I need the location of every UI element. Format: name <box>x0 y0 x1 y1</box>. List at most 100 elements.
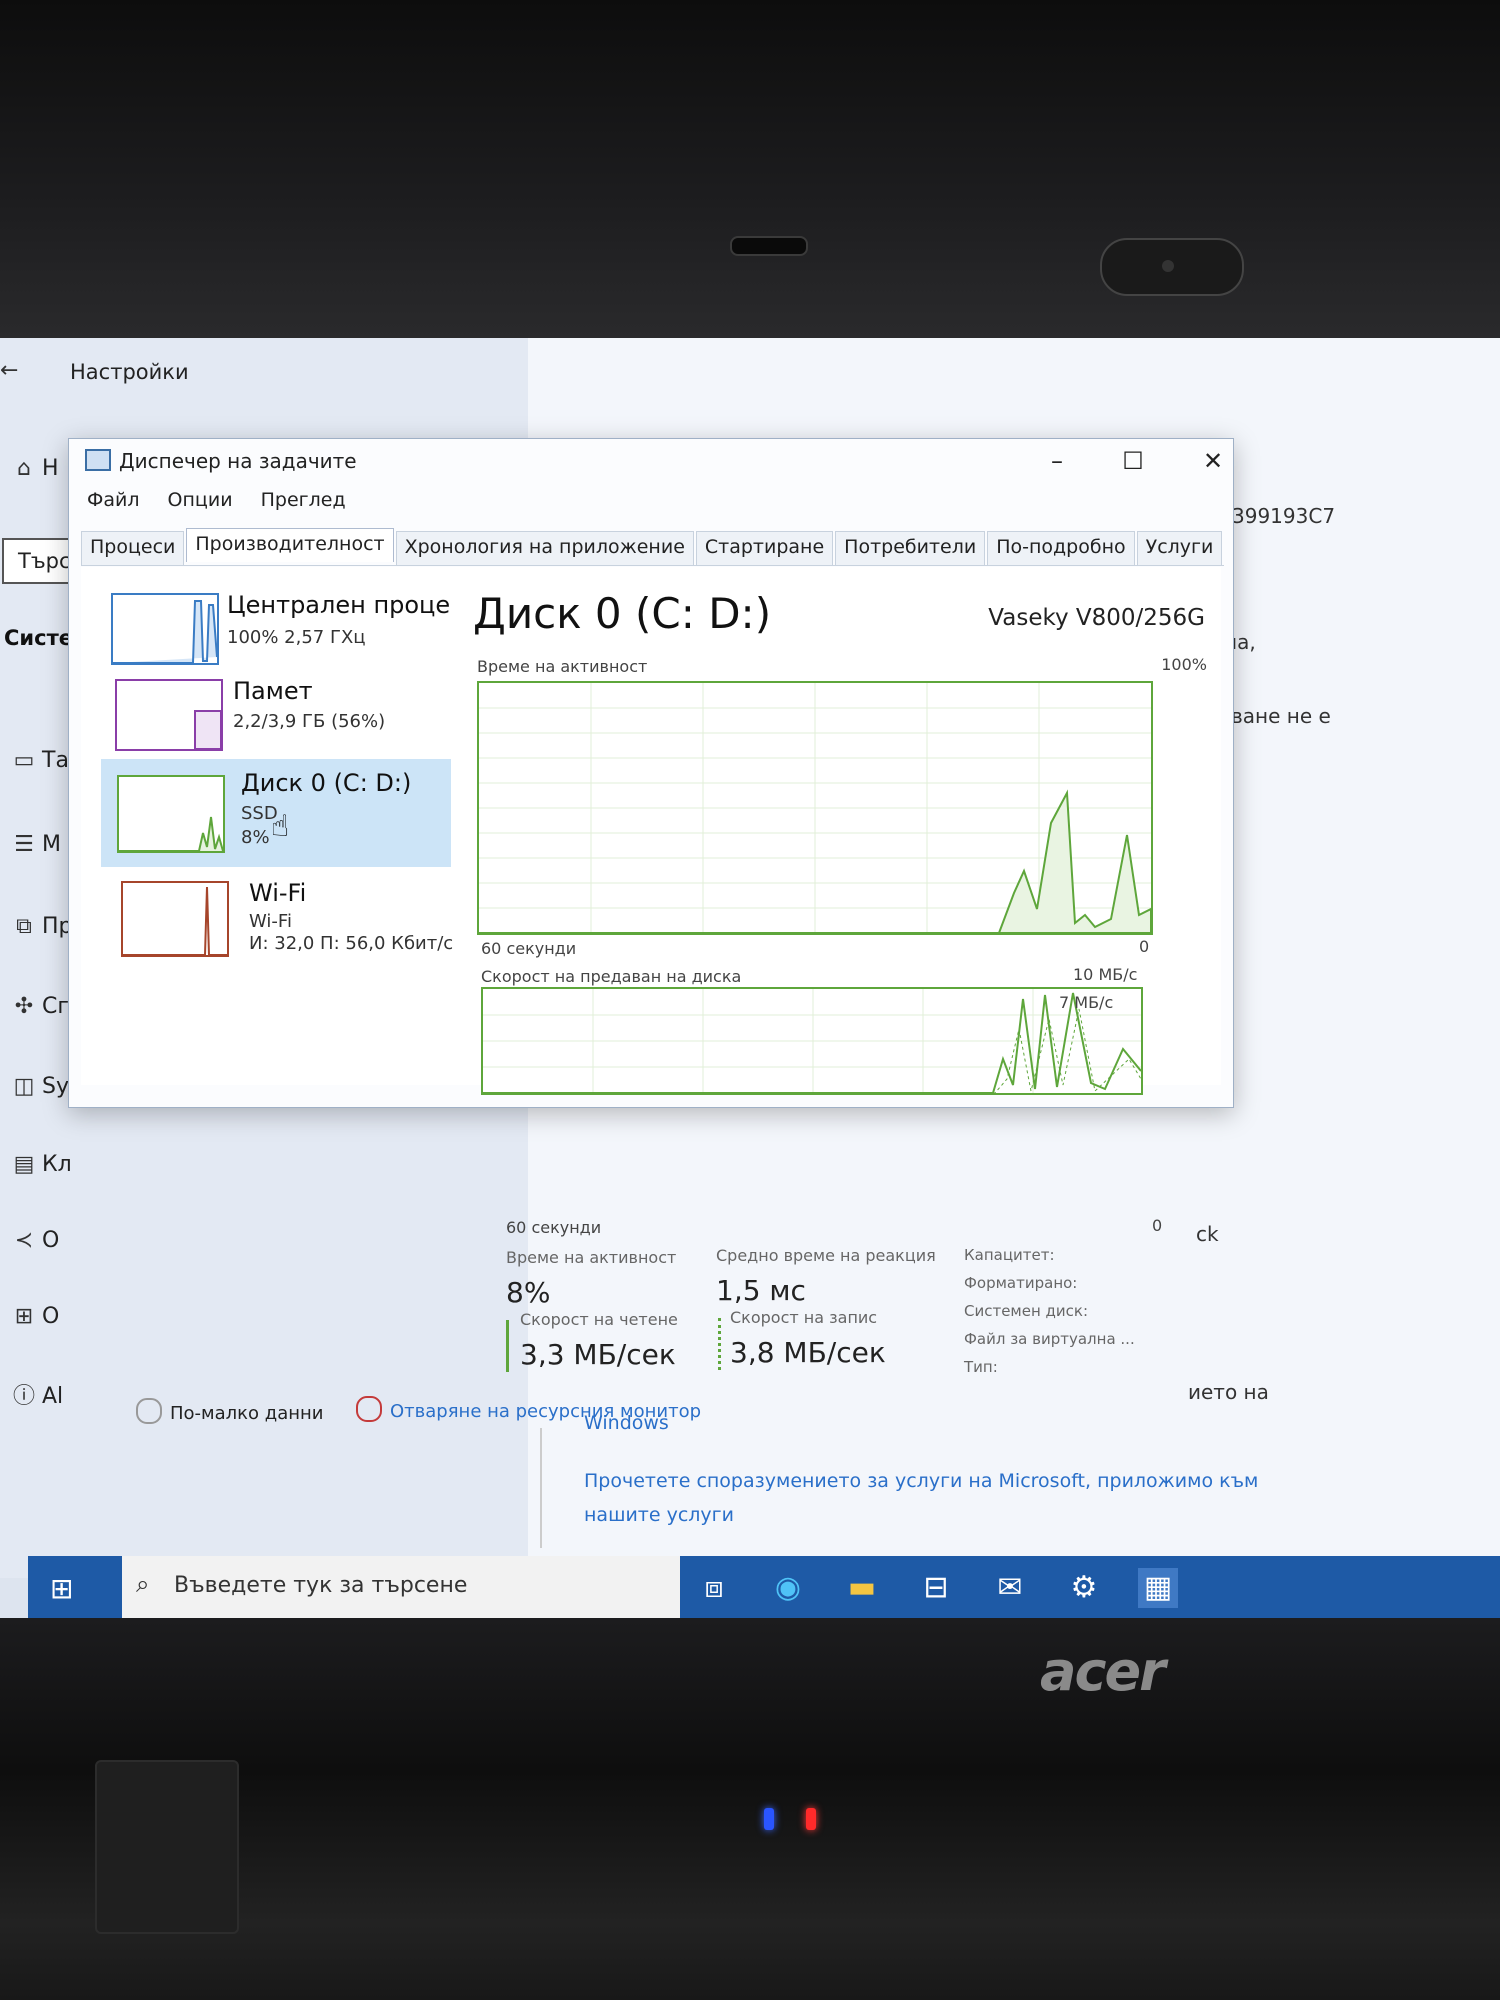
response-time-label: Средно време на реакция <box>716 1246 936 1265</box>
property-type: Тип: <box>964 1358 998 1376</box>
active-time-value: 8% <box>506 1276 551 1309</box>
tab-processes[interactable]: Процеси <box>81 531 185 565</box>
response-time-value: 1,5 мс <box>716 1274 806 1307</box>
multitask-icon: ☰ <box>14 832 34 857</box>
hinge <box>95 1760 239 1934</box>
services-link[interactable]: нашите услуги <box>584 1504 734 1526</box>
close-button[interactable]: ✕ <box>1189 443 1237 479</box>
search-placeholder: Въведете тук за търсене <box>174 1573 468 1598</box>
brand-logo: acer <box>1040 1640 1166 1703</box>
content-text-fragment: сване не е <box>1220 704 1331 728</box>
sidebar-item-clipboard[interactable]: ▤ Кл <box>6 1152 72 1177</box>
graph2-max: 10 МБ/с <box>1073 965 1138 984</box>
resource-name: Централен проце <box>227 591 451 619</box>
sidebar-item-about[interactable]: ⓘ Al <box>6 1378 63 1410</box>
graph2-inner-label: 7 МБ/с <box>1059 993 1114 1012</box>
menu-file[interactable]: Файл <box>87 489 140 511</box>
laptop-bottom-bezel: acer <box>0 1618 1500 2000</box>
info-icon: ⓘ <box>12 1384 35 1409</box>
tab-app-history[interactable]: Хронология на приложение <box>395 531 694 565</box>
sidebar-item-apps[interactable]: ⊞ О <box>6 1304 60 1329</box>
maximize-button[interactable]: ☐ <box>1109 443 1157 479</box>
content-text-fragment: ието на <box>1188 1380 1269 1404</box>
mail-icon[interactable]: ✉ <box>990 1568 1030 1608</box>
resource-detail: 8% <box>241 827 270 848</box>
display-icon: ▭ <box>13 748 35 773</box>
resource-list: Централен проце 100% 2,57 ГХц Памет 2,2/… <box>81 567 453 1085</box>
resource-disk[interactable]: Диск 0 (C: D:) SSD 8% ☝ <box>101 759 451 867</box>
write-speed-value: 3,8 МБ/сек <box>730 1336 886 1369</box>
graph1-max: 100% <box>1161 655 1207 674</box>
resource-wifi[interactable]: Wi-Fi Wi-Fi И: 32,0 П: 56,0 Кбит/с <box>101 873 453 963</box>
property-formatted: Форматирано: <box>964 1274 1078 1292</box>
search-icon: ⌕ <box>136 1570 150 1598</box>
resource-detail: Wi-Fi <box>249 911 292 932</box>
disk-model: Vaseky V800/256G <box>988 605 1205 631</box>
task-manager-window: Диспечер на задачите – ☐ ✕ Файл Опции Пр… <box>68 438 1234 1108</box>
disk-thumbnail-graph <box>117 775 225 853</box>
resource-name: Памет <box>233 677 313 705</box>
clipboard2-icon: ▤ <box>13 1152 35 1177</box>
webcam-icon <box>1162 260 1174 272</box>
file-explorer-icon[interactable]: ▬ <box>842 1568 882 1608</box>
ms-agreement-link[interactable]: Прочетете споразумението за услуги на Mi… <box>584 1470 1258 1492</box>
sidebar-item-display[interactable]: ▭ Та <box>6 748 69 773</box>
tab-performance[interactable]: Производителност <box>186 528 394 562</box>
edge-icon[interactable]: ◉ <box>768 1568 808 1608</box>
task-manager-taskbar-icon[interactable]: ▦ <box>1138 1568 1178 1608</box>
disk-title: Диск 0 (C: D:) <box>473 589 772 638</box>
sidebar-item-sync[interactable]: ◫ Sy <box>6 1074 69 1099</box>
hand-cursor-icon: ☝ <box>271 809 290 844</box>
menu-bar: Файл Опции Преглед <box>87 489 368 511</box>
read-legend-bar <box>506 1320 509 1372</box>
taskbar-search-box[interactable]: ⌕ Въведете тук за търсене <box>122 1556 680 1618</box>
sidebar-item-project[interactable]: ⧉ Пр <box>6 914 72 939</box>
store-icon[interactable]: ⊟ <box>916 1568 956 1608</box>
project-icon: ⧉ <box>16 914 32 939</box>
windows-start-icon[interactable]: ⊞ <box>50 1572 73 1605</box>
read-speed-label: Скорост на четене <box>520 1310 678 1329</box>
clipboard-icon: ◫ <box>13 1074 35 1099</box>
tab-details[interactable]: По-подробно <box>987 531 1135 565</box>
memory-thumbnail-graph <box>115 679 223 751</box>
property-system-disk: Системен диск: <box>964 1302 1089 1320</box>
graph2-x-right: 0 <box>1152 1216 1163 1235</box>
resource-name: Диск 0 (C: D:) <box>241 769 412 797</box>
menu-options[interactable]: Опции <box>168 489 233 511</box>
sidebar-item-multitask[interactable]: ☰ М <box>6 832 61 857</box>
sidebar-item-shared[interactable]: ✣ Сг <box>6 994 69 1019</box>
task-view-icon[interactable]: ⧈ <box>694 1568 734 1608</box>
menu-view[interactable]: Преглед <box>261 489 346 511</box>
resource-detail: 2,2/3,9 ГБ (56%) <box>233 711 386 732</box>
resource-monitor-icon <box>356 1396 382 1422</box>
content-text-fragment: 399193C7 <box>1232 504 1336 528</box>
content-text-fragment: ck <box>1196 1222 1219 1246</box>
resource-detail: 100% 2,57 ГХц <box>227 627 366 648</box>
shared-icon: ✣ <box>14 994 34 1019</box>
tab-startup[interactable]: Стартиране <box>695 531 834 565</box>
resource-monitor-link[interactable]: Отваряне на ресурсния монитор <box>356 1396 701 1422</box>
minimize-button[interactable]: – <box>1033 443 1081 479</box>
sidebar-item-home[interactable]: ⌂ Н <box>6 456 59 481</box>
cpu-thumbnail-graph <box>111 593 219 665</box>
fewer-details-button[interactable]: По-малко данни <box>136 1398 323 1424</box>
read-speed-value: 3,3 МБ/сек <box>520 1338 676 1371</box>
resource-memory[interactable]: Памет 2,2/3,9 ГБ (56%) <box>101 671 451 755</box>
tab-strip: Процеси Производителност Хронология на п… <box>81 528 1225 566</box>
back-arrow-icon[interactable]: ← <box>0 358 18 383</box>
content-divider <box>540 1428 542 1548</box>
settings-gear-icon[interactable]: ⚙ <box>1064 1568 1104 1608</box>
resource-cpu[interactable]: Централен проце 100% 2,57 ГХц <box>101 585 451 669</box>
sidebar-item-remote[interactable]: ≺ О <box>6 1228 60 1253</box>
graph1-label: Време на активност <box>477 657 648 676</box>
disk-detail-pane: Диск 0 (C: D:) Vaseky V800/256G Време на… <box>473 567 1213 1095</box>
performance-panel: Централен проце 100% 2,57 ГХц Памет 2,2/… <box>81 567 1221 1095</box>
tab-users[interactable]: Потребители <box>835 531 986 565</box>
graph1-x-right: 0 <box>1139 937 1150 956</box>
graph2-label: Скорост на предаван на диска <box>481 967 742 986</box>
tab-services[interactable]: Услуги <box>1136 531 1223 565</box>
window-title: Диспечер на задачите <box>85 449 357 473</box>
screen: ← Настройки Търс Систем ⌂ Н ▭ Та ☰ М ⧉ Пр ✣ С… <box>0 338 1500 1618</box>
task-manager-icon <box>85 449 111 471</box>
taskbar: ⊞ ⌕ Въведете тук за търсене ⧈ ◉ ▬ ⊟ ✉ ⚙ … <box>28 1556 1500 1618</box>
